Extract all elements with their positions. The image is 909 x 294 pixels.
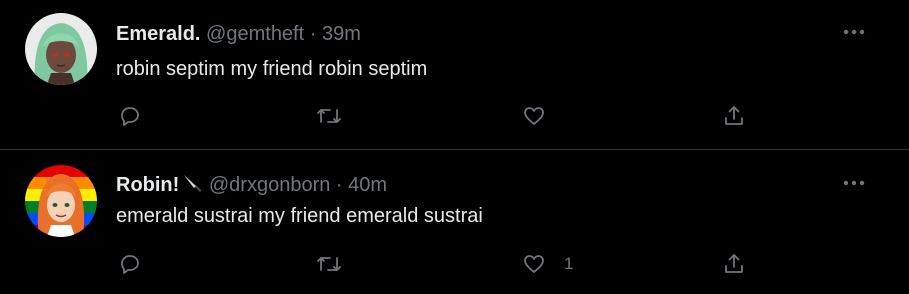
- like-count: 1: [564, 254, 574, 273]
- share-button[interactable]: [722, 102, 746, 130]
- display-name[interactable]: Emerald.: [116, 23, 200, 45]
- separator-dot: ·: [309, 23, 317, 45]
- tweet-actions: 1: [116, 250, 776, 278]
- heart-icon: [524, 255, 544, 273]
- avatar[interactable]: [25, 165, 97, 237]
- timestamp[interactable]: 39m: [322, 23, 361, 45]
- share-icon: [725, 106, 743, 125]
- retweet-button[interactable]: [316, 250, 342, 278]
- tweet-header: Emerald. @gemtheft · 39m: [116, 22, 361, 46]
- handle[interactable]: @drxgonborn: [209, 174, 330, 196]
- like-button[interactable]: [522, 102, 564, 130]
- more-options-button[interactable]: [839, 173, 869, 193]
- knife-emoji-icon: [184, 175, 202, 192]
- handle[interactable]: @gemtheft: [206, 23, 304, 45]
- tweet-text: emerald sustrai my friend emerald sustra…: [116, 205, 483, 227]
- timestamp[interactable]: 40m: [348, 174, 387, 196]
- reply-button[interactable]: [118, 102, 142, 130]
- share-icon: [725, 254, 743, 273]
- more-options-button[interactable]: [839, 22, 869, 42]
- heart-icon: [524, 107, 544, 125]
- retweet-icon: [317, 109, 341, 123]
- tweet[interactable]: Robin! @drxgonborn · 40m emerald sustrai…: [0, 151, 909, 294]
- tweet[interactable]: Emerald. @gemtheft · 39m robin septim my…: [0, 0, 909, 150]
- more-dots-icon: [843, 180, 865, 186]
- reply-button[interactable]: [118, 250, 142, 278]
- tweet-actions: [116, 102, 776, 130]
- orange-haired-character-pride-flag-avatar-icon: [25, 165, 97, 237]
- more-dots-icon: [843, 29, 865, 35]
- share-button[interactable]: [722, 250, 746, 278]
- retweet-icon: [317, 257, 341, 271]
- separator-dot: ·: [335, 174, 343, 196]
- green-haired-character-avatar-icon: [25, 13, 97, 85]
- reply-icon: [121, 255, 139, 274]
- tweet-feed: Emerald. @gemtheft · 39m robin septim my…: [0, 0, 909, 294]
- reply-icon: [121, 107, 139, 126]
- tweet-header: Robin! @drxgonborn · 40m: [116, 172, 387, 197]
- tweet-text: robin septim my friend robin septim: [116, 58, 428, 80]
- like-button[interactable]: 1: [522, 250, 573, 278]
- display-name[interactable]: Robin!: [116, 174, 179, 196]
- retweet-button[interactable]: [316, 102, 342, 130]
- avatar[interactable]: [25, 13, 97, 85]
